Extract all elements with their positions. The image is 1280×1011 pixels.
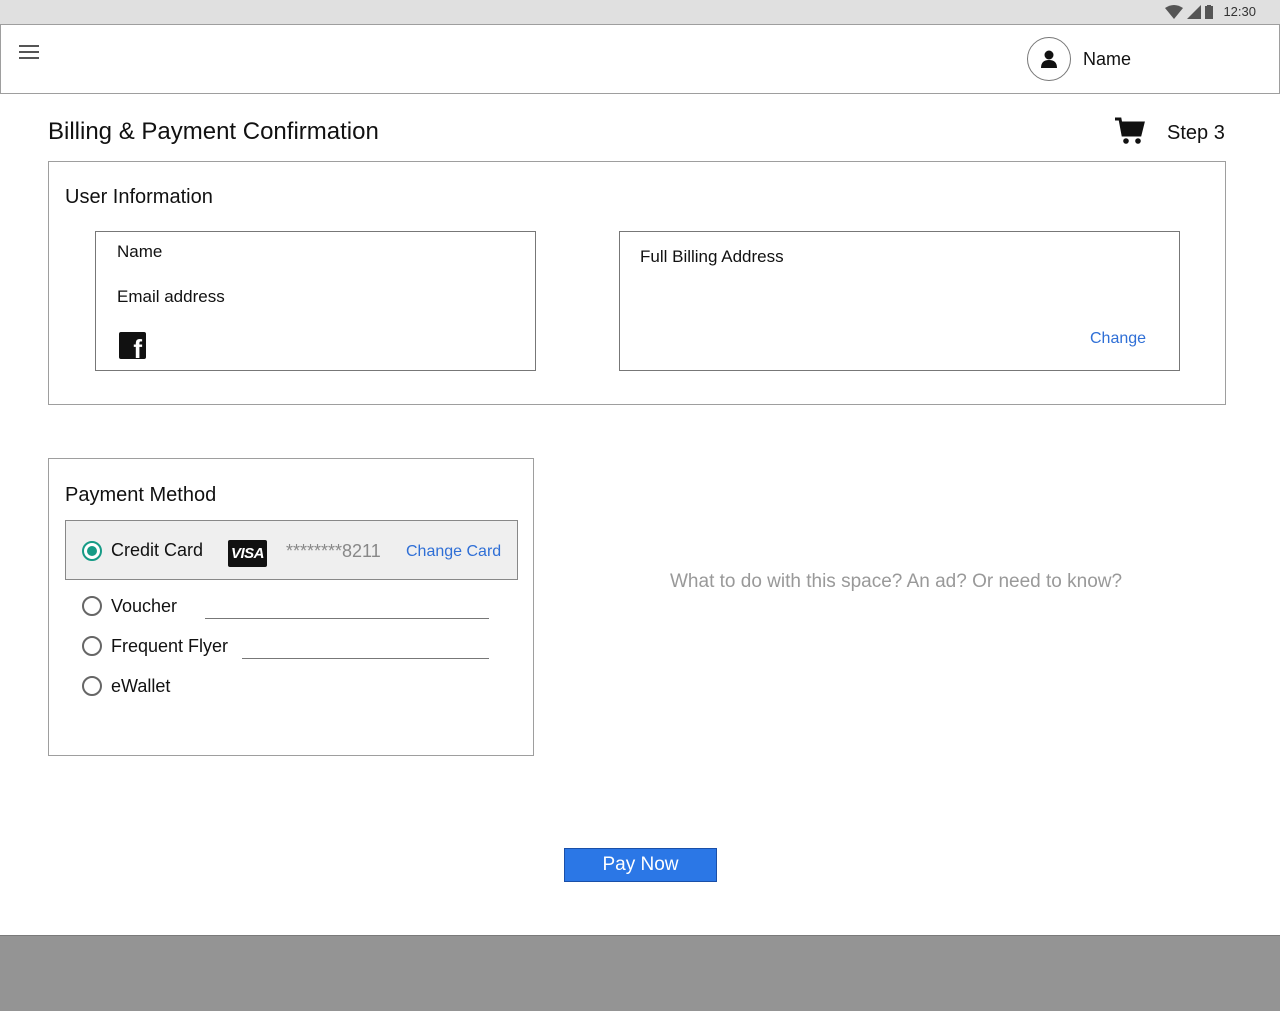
step-indicator: Step 3 — [1115, 117, 1225, 150]
change-address-link[interactable]: Change — [1090, 330, 1146, 348]
ad-space-text: What to do with this space? An ad? Or ne… — [670, 571, 1123, 592]
user-chip[interactable]: Name — [1027, 37, 1131, 81]
battery-icon — [1205, 4, 1214, 19]
status-bar: 12:30 — [0, 0, 1280, 24]
cart-icon[interactable] — [1115, 117, 1145, 150]
credit-card-label: Credit Card — [111, 540, 204, 560]
person-icon — [1041, 50, 1057, 68]
frequent-flyer-radio[interactable] — [82, 636, 102, 656]
app-header: Name — [0, 24, 1280, 94]
page-title: Billing & Payment Confirmation — [48, 118, 379, 145]
masked-card-number: ********8211 — [286, 541, 381, 561]
status-time: 12:30 — [1223, 4, 1256, 19]
avatar[interactable] — [1027, 37, 1071, 81]
change-card-link[interactable]: Change Card — [406, 543, 501, 561]
ewallet-label: eWallet — [111, 676, 171, 696]
menu-icon[interactable] — [19, 45, 39, 61]
signal-icon — [1187, 4, 1202, 19]
payment-method-heading: Payment Method — [65, 484, 217, 506]
user-name: Name — [1083, 48, 1132, 69]
user-info-email: Email address — [117, 287, 225, 306]
user-info-heading: User Information — [65, 186, 213, 208]
wifi-icon — [1165, 4, 1184, 19]
voucher-label: Voucher — [111, 596, 178, 616]
frequent-flyer-input[interactable] — [242, 635, 489, 659]
user-info-panel: User Information Name Email address f Fu… — [48, 161, 1226, 405]
credit-card-radio[interactable] — [82, 541, 102, 561]
credit-card-option[interactable]: Credit Card VISA ********8211 Change Car… — [65, 520, 518, 580]
voucher-radio[interactable] — [82, 596, 102, 616]
voucher-input[interactable] — [205, 595, 489, 619]
step-label: Step 3 — [1167, 122, 1225, 144]
facebook-icon[interactable]: f — [119, 332, 146, 362]
billing-address-title: Full Billing Address — [640, 247, 784, 266]
footer-bar — [0, 935, 1280, 1011]
visa-icon: VISA — [228, 540, 267, 567]
pay-now-button[interactable]: Pay Now — [564, 848, 717, 882]
billing-address-card: Full Billing Address Change — [619, 231, 1180, 371]
status-icons: 12:30 — [1165, 4, 1256, 19]
ewallet-radio[interactable] — [82, 676, 102, 696]
frequent-flyer-label: Frequent Flyer — [111, 636, 229, 656]
payment-method-panel: Payment Method Credit Card VISA ********… — [48, 458, 534, 756]
user-card: Name Email address f — [95, 231, 536, 371]
user-info-name: Name — [117, 242, 163, 261]
